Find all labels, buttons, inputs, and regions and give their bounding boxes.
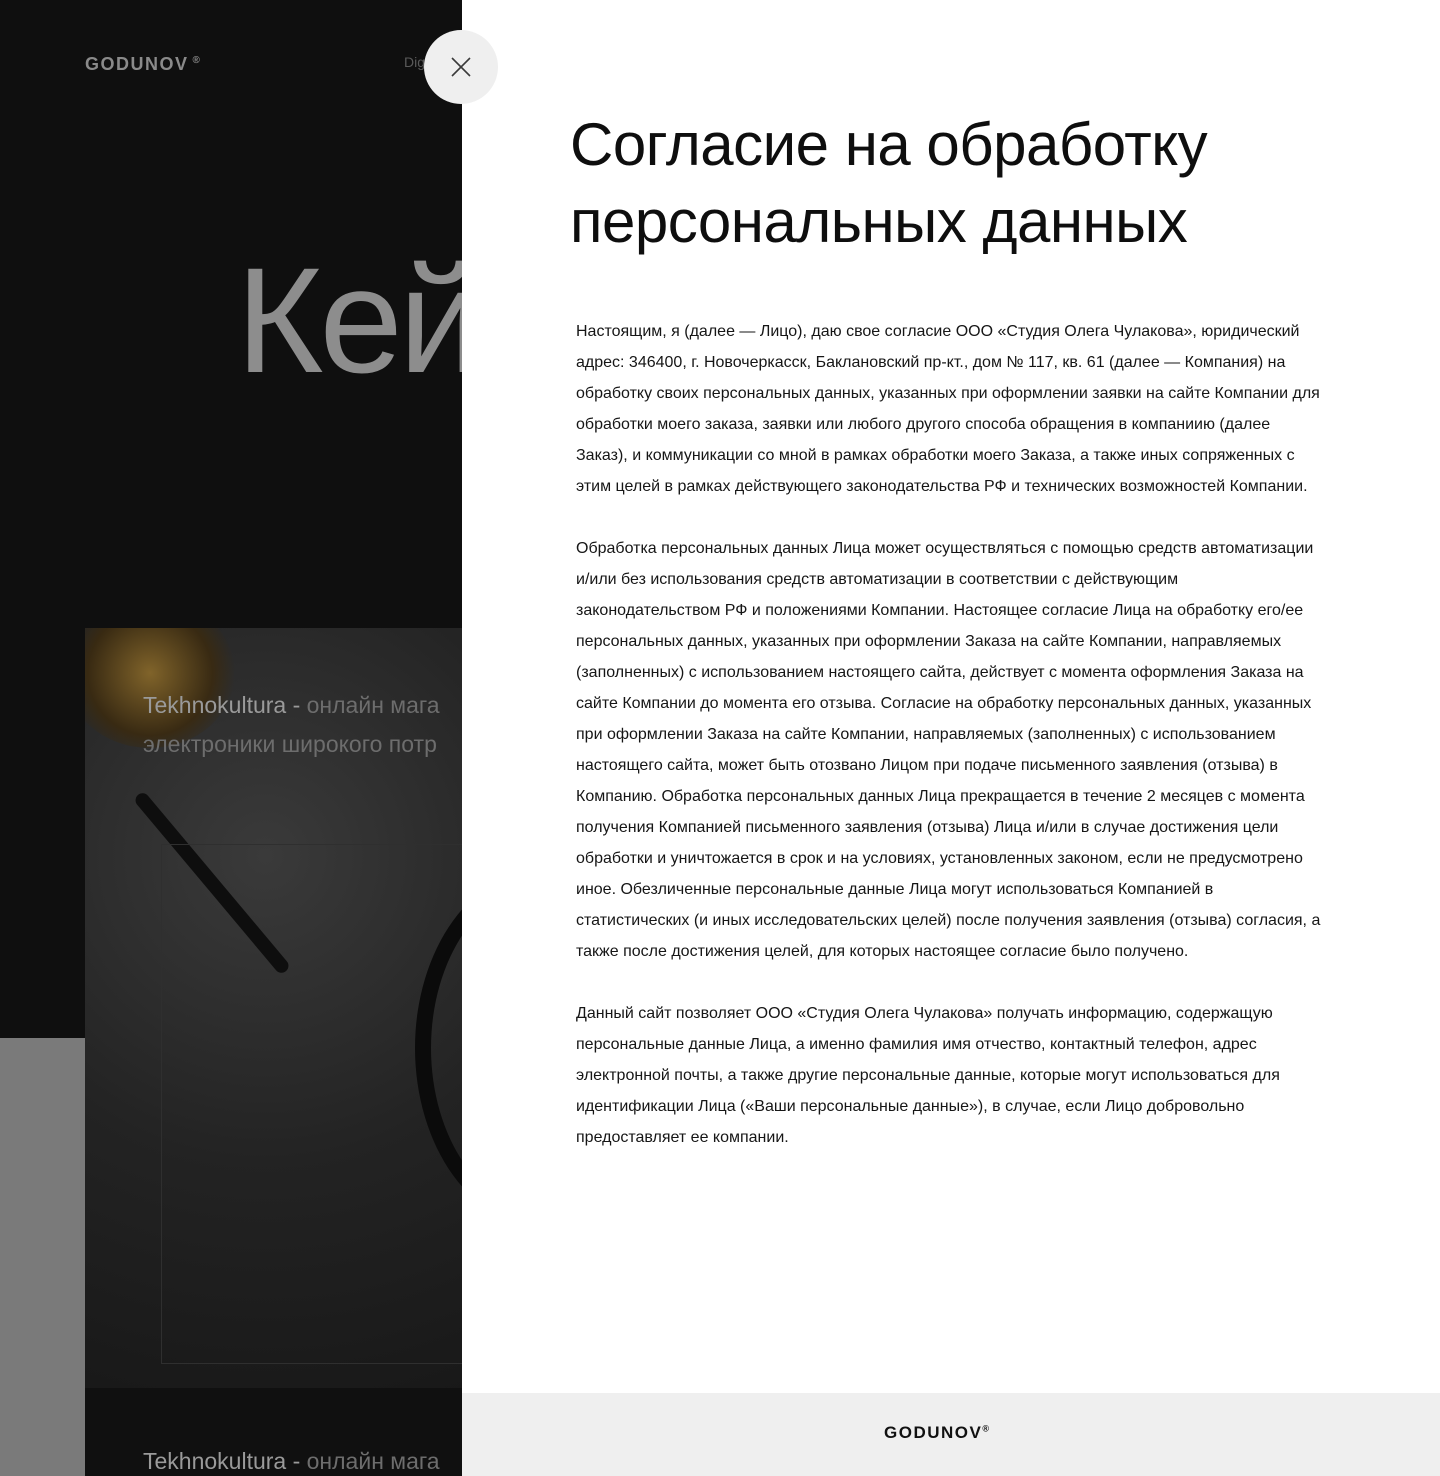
- case-card-2-line1: онлайн мага: [300, 1448, 440, 1474]
- footer-registered-mark: ®: [982, 1423, 991, 1434]
- footer-logo[interactable]: GODUNOV®: [884, 1423, 990, 1443]
- modal-title: Согласие на обработку персональных данны…: [570, 111, 1208, 255]
- footer-logo-text: GODUNOV: [884, 1423, 983, 1442]
- close-icon: [451, 57, 471, 77]
- site-logo-text: GODUNOV: [85, 54, 189, 74]
- case-card-caption[interactable]: Tekhnokultura - онлайн мага электроники …: [143, 686, 440, 764]
- case-card-2-caption[interactable]: Tekhnokultura - онлайн мага: [143, 1448, 440, 1475]
- case-card-line2: электроники широкого потр: [143, 731, 437, 757]
- registered-mark: ®: [192, 55, 202, 66]
- site-logo[interactable]: GODUNOV ®: [85, 54, 201, 75]
- case-card-brand: Tekhnokultura -: [143, 692, 301, 718]
- nav-link-fragment[interactable]: Dig: [404, 54, 425, 70]
- modal-body: Настоящим, я (далее — Лицо), даю свое со…: [576, 316, 1324, 1184]
- consent-paragraph-1: Настоящим, я (далее — Лицо), даю свое со…: [576, 323, 1320, 495]
- case-card-2-brand: Tekhnokultura -: [143, 1448, 301, 1474]
- close-button[interactable]: [424, 30, 498, 104]
- consent-modal: Согласие на обработку персональных данны…: [462, 0, 1440, 1476]
- consent-paragraph-3: Данный сайт позволяет ООО «Студия Олега …: [576, 1005, 1280, 1146]
- case-card-line1: онлайн мага: [300, 692, 440, 718]
- modal-footer: GODUNOV®: [462, 1393, 1440, 1476]
- hero-heading-fragment: Кей: [236, 236, 483, 404]
- consent-paragraph-2: Обработка персональных данных Лица может…: [576, 540, 1321, 960]
